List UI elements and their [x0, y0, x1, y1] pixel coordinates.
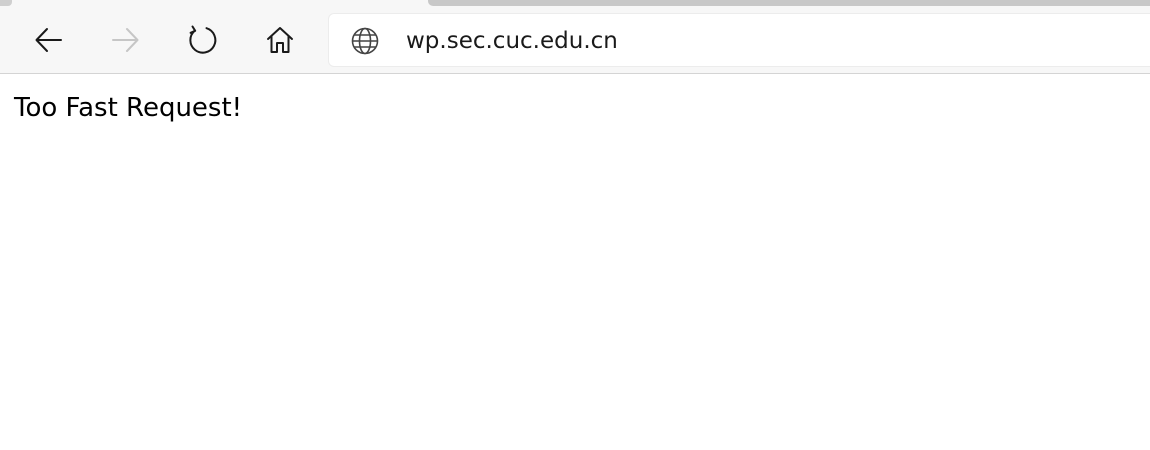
browser-window: wp.sec.cuc.edu.cn Too Fast Request! — [0, 0, 1150, 450]
back-button[interactable] — [26, 17, 72, 63]
refresh-icon — [189, 25, 217, 54]
page-content: Too Fast Request! — [0, 74, 1150, 450]
home-button[interactable] — [257, 17, 303, 63]
address-bar[interactable]: wp.sec.cuc.edu.cn — [329, 14, 1150, 66]
globe-icon[interactable] — [350, 26, 380, 56]
arrow-right-icon — [112, 28, 139, 52]
home-icon — [267, 27, 293, 53]
browser-toolbar: wp.sec.cuc.edu.cn — [0, 7, 1150, 74]
refresh-button[interactable] — [180, 17, 226, 63]
tab-strip — [0, 0, 1150, 7]
arrow-left-icon — [35, 28, 62, 52]
forward-button[interactable] — [102, 17, 148, 63]
url-text[interactable]: wp.sec.cuc.edu.cn — [406, 27, 618, 55]
page-message: Too Fast Request! — [14, 93, 243, 123]
tab-strip-edge-right[interactable] — [428, 0, 1150, 6]
tab-strip-edge-left — [0, 0, 12, 6]
